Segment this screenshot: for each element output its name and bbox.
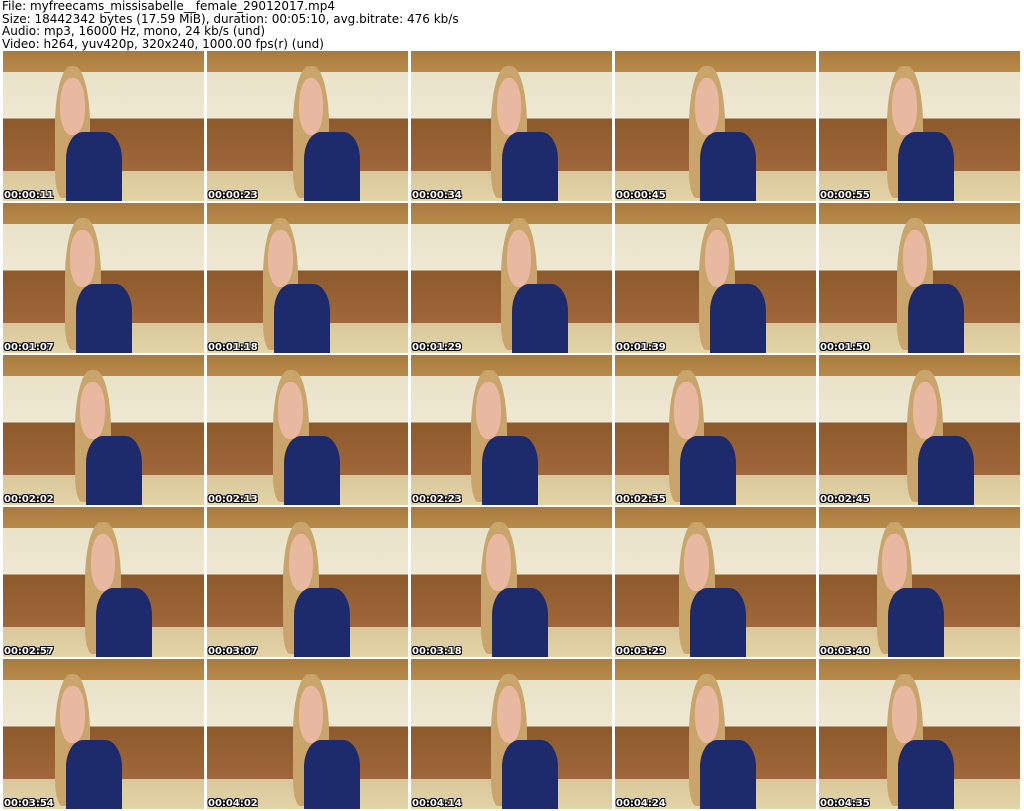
timestamp: 00:04:35 (820, 798, 870, 809)
video-frame-thumbnail: 00:01:18 (207, 203, 408, 353)
audio-info: Audio: mp3, 16000 Hz, mono, 24 kb/s (und… (2, 24, 266, 38)
video-frame-thumbnail: 00:01:50 (819, 203, 1020, 353)
video-info: Video: h264, yuv420p, 320x240, 1000.00 f… (2, 36, 324, 51)
timestamp: 00:00:23 (208, 190, 258, 201)
person-figure (673, 668, 761, 809)
person-figure (39, 668, 127, 809)
thumbnail-grid: 00:00:11 00:00:23 00:00:34 00:00:45 00:00:55… (3, 51, 1020, 809)
video-frame-thumbnail: 00:04:24 (615, 659, 816, 809)
person-figure (485, 212, 573, 353)
person-figure (475, 668, 563, 809)
timestamp: 00:03:18 (412, 646, 462, 657)
timestamp: 00:00:45 (616, 190, 666, 201)
video-frame-thumbnail: 00:02:45 (819, 355, 1020, 505)
person-figure (861, 516, 949, 657)
timestamp: 00:01:39 (616, 342, 666, 353)
person-figure (267, 516, 355, 657)
timestamp: 00:01:18 (208, 342, 258, 353)
video-frame-thumbnail: 00:02:57 (3, 507, 204, 657)
video-frame-thumbnail: 00:03:40 (819, 507, 1020, 657)
timestamp: 00:02:13 (208, 494, 258, 505)
person-figure (673, 60, 761, 201)
video-frame-thumbnail: 00:00:11 (3, 51, 204, 201)
timestamp: 00:03:54 (4, 798, 54, 809)
person-figure (39, 60, 127, 201)
person-figure (277, 60, 365, 201)
video-frame-thumbnail: 00:04:35 (819, 659, 1020, 809)
video-frame-thumbnail: 00:02:35 (615, 355, 816, 505)
person-figure (277, 668, 365, 809)
timestamp: 00:02:35 (616, 494, 666, 505)
person-figure (663, 516, 751, 657)
video-frame-thumbnail: 00:00:45 (615, 51, 816, 201)
timestamp: 00:00:34 (412, 190, 462, 201)
timestamp: 00:04:14 (412, 798, 462, 809)
timestamp: 00:03:29 (616, 646, 666, 657)
timestamp: 00:01:50 (820, 342, 870, 353)
video-frame-thumbnail: 00:03:29 (615, 507, 816, 657)
video-frame-thumbnail: 00:01:39 (615, 203, 816, 353)
timestamp: 00:02:02 (4, 494, 54, 505)
person-figure (475, 60, 563, 201)
person-figure (683, 212, 771, 353)
video-frame-thumbnail: 00:02:13 (207, 355, 408, 505)
timestamp: 00:04:02 (208, 798, 258, 809)
video-frame-thumbnail: 00:03:54 (3, 659, 204, 809)
timestamp: 00:04:24 (616, 798, 666, 809)
person-figure (455, 364, 543, 505)
person-figure (247, 212, 335, 353)
video-frame-thumbnail: 00:01:29 (411, 203, 612, 353)
file-name: File: myfreecams_missisabelle__female_29… (2, 0, 335, 13)
person-figure (653, 364, 741, 505)
person-figure (49, 212, 137, 353)
person-figure (257, 364, 345, 505)
video-frame-thumbnail: 00:04:02 (207, 659, 408, 809)
timestamp: 00:01:29 (412, 342, 462, 353)
person-figure (59, 364, 147, 505)
video-frame-thumbnail: 00:00:23 (207, 51, 408, 201)
video-frame-thumbnail: 00:00:55 (819, 51, 1020, 201)
timestamp: 00:00:55 (820, 190, 870, 201)
timestamp: 00:03:07 (208, 646, 258, 657)
person-figure (871, 668, 959, 809)
video-frame-thumbnail: 00:01:07 (3, 203, 204, 353)
timestamp: 00:01:07 (4, 342, 54, 353)
video-frame-thumbnail: 00:04:14 (411, 659, 612, 809)
file-info-header: File: myfreecams_missisabelle__female_29… (2, 0, 459, 50)
timestamp: 00:02:57 (4, 646, 54, 657)
timestamp: 00:00:11 (4, 190, 54, 201)
video-frame-thumbnail: 00:00:34 (411, 51, 612, 201)
video-frame-thumbnail: 00:02:23 (411, 355, 612, 505)
person-figure (871, 60, 959, 201)
person-figure (891, 364, 979, 505)
timestamp: 00:02:23 (412, 494, 462, 505)
video-frame-thumbnail: 00:02:02 (3, 355, 204, 505)
timestamp: 00:02:45 (820, 494, 870, 505)
person-figure (465, 516, 553, 657)
person-figure (881, 212, 969, 353)
timestamp: 00:03:40 (820, 646, 870, 657)
video-frame-thumbnail: 00:03:07 (207, 507, 408, 657)
person-figure (69, 516, 157, 657)
video-frame-thumbnail: 00:03:18 (411, 507, 612, 657)
